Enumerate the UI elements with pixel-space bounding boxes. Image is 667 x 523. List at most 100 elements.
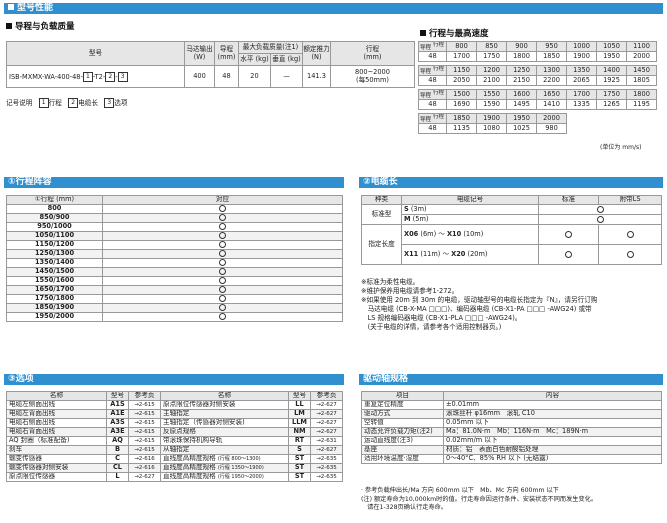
horizontal-cell: 20 [238, 65, 271, 88]
box-3: 3 [117, 71, 128, 82]
stroke-row: 1150/1200 [6, 240, 343, 250]
drive-notes: · 参考负载伸出长/Ma 方向 600mm 以下 Mb、Mc 方向 600mm … [361, 487, 598, 511]
stroke-value: 950/1000 [6, 222, 103, 232]
drive-row: 运动直线度(注3) 0.02mm/m 以下 [361, 436, 662, 446]
stroke-row: 1750/1800 [6, 294, 343, 304]
speed-tables: 行程 导程 800 850 900 950 1000 1050 1100 48 1700 1750… [418, 41, 657, 134]
circle-icon [219, 223, 226, 231]
circle-icon [626, 230, 634, 238]
drive-row: 基座 材质：铝 表面白色耐酸铝处理 [361, 445, 662, 455]
model-cell: ISB-MXMX-WA-400-48- 1 -T2- 2-3 [6, 65, 185, 88]
stroke-value: 850/900 [6, 213, 103, 223]
speed-unit: (单位为 mm/s) [600, 144, 642, 151]
stroke-header: 行程 (mm) [330, 41, 415, 66]
speed-block-3: 行程 导程 1500 1550 1600 1650 1700 1750 1800 48 1690… [418, 89, 657, 110]
circle-icon [596, 205, 604, 213]
stroke-cell: 800~2000 (每50mm) [330, 65, 415, 88]
stroke-row: 1650/1700 [6, 285, 343, 295]
circle-icon [565, 250, 572, 258]
circle-icon [219, 232, 226, 240]
drive-row: 适用环境温度·湿度 0～40°C、85% RH 以下 (无结露) [361, 454, 662, 464]
stroke-value: 1950/2000 [6, 312, 103, 322]
circle-icon [219, 241, 226, 249]
stroke-row: 800 [6, 204, 343, 214]
guide-heading: 导程与负载质量 [6, 20, 75, 32]
square-bullet-icon [420, 30, 426, 36]
load-horizontal-header: 水平 (kg) [238, 53, 271, 66]
lead-cell: 48 [214, 65, 239, 88]
circle-icon [219, 277, 226, 285]
model-header: 型号 [6, 41, 185, 66]
stroke-value: 1250/1300 [6, 249, 103, 259]
speed-block-4: 行程 导程 1850 1900 1950 2000 48 1135 1080 1025 980 [418, 113, 567, 134]
guide-legend: 记号说明 1 行程 2 电缆长 3 选项 [6, 98, 128, 108]
circle-icon [219, 205, 226, 213]
speed-block-2: 行程 导程 1150 1200 1250 1300 1350 1400 1450 48 2050… [418, 65, 657, 86]
stroke-row: 850/900 [6, 213, 343, 223]
circle-icon [565, 230, 572, 238]
motor-cell: 400 [184, 65, 215, 88]
motor-header: 马达输出 (W) [184, 41, 215, 66]
stroke-row: 1050/1100 [6, 231, 343, 241]
stroke-value: 1750/1800 [6, 294, 103, 304]
square-bullet-icon [6, 23, 12, 29]
drive-table: 项目 内容 重复定位精度 ±0.01mm 驱动方式 滚珠丝杆 φ16mm 滚轧 C10 空… [361, 391, 662, 464]
page-title: 型号性能 [17, 3, 54, 13]
drive-row: 重复定位精度 ±0.01mm [361, 400, 662, 410]
option-row: 电缆左背面出线 A1E →2-615 主轴指定 LM →2-627 [6, 409, 343, 419]
stroke-value: 1850/1900 [6, 303, 103, 313]
lead-header: 导程 (mm) [214, 41, 239, 66]
guide-table: 型号 马达输出 (W) 导程 (mm) 最大负载质量(注1) 额定推力 (N) 行程(… [6, 41, 415, 88]
cable-table: 种类 电缆记号 标准 附带LS 标准型 S (3m) M (5m) 指定长度 X06 … [361, 195, 662, 265]
stroke-row: 950/1000 [6, 222, 343, 232]
stroke-value: 1550/1600 [6, 276, 103, 286]
option-row: 电缆左侧面出线 A1S →2-615 原点限位传感器对侧安装 LL →2-627 [6, 400, 343, 410]
circle-icon [219, 286, 226, 294]
stroke-row: 1550/1600 [6, 276, 343, 286]
drive-row: 驱动方式 滚珠丝杆 φ16mm 滚轧 C10 [361, 409, 662, 419]
circle-icon [219, 268, 226, 276]
thrust-cell: 141.3 [302, 65, 331, 88]
stroke-value: 1050/1100 [6, 231, 103, 241]
stroke-row: 1450/1500 [6, 267, 343, 277]
load-vertical-header: 垂直 (kg) [270, 53, 303, 66]
stroke-row: 1250/1300 [6, 249, 343, 259]
stroke-value: 1350/1400 [6, 258, 103, 268]
cable-section-bar: ②电缆长 [359, 177, 663, 188]
option-row: 蠕变传感器对侧安装 CL →2-616 直线度高精度规格 (行程 1350～1900)… [6, 463, 343, 473]
options-table: 名称 型号 参考页 名称 型号 参考页 电缆左侧面出线 A1S →2-615 原点限位传感器对侧… [6, 391, 343, 482]
thrust-header: 额定推力 (N) [302, 41, 331, 66]
square-icon [8, 4, 14, 10]
vertical-cell: — [270, 65, 303, 88]
drive-row: 动态允许负载力矩(注2) Ma：81.0N·m Mb：116N·m Mc：189N… [361, 427, 662, 437]
circle-icon [219, 304, 226, 312]
stroke-value: 800 [6, 204, 103, 214]
section-title-bar: 型号性能 [4, 3, 663, 14]
drive-section-bar: 驱动轴规格 [359, 374, 663, 385]
box-1: 1 [82, 71, 93, 82]
option-row: 刹车 B →2-615 从轴指定 S →2-627 [6, 445, 343, 455]
option-row: 电缆右背面出线 A3E →2-615 反原点规格 NM →2-627 [6, 427, 343, 437]
circle-icon [219, 259, 226, 267]
speed-block-1: 行程 导程 800 850 900 950 1000 1050 1100 48 1700 1750… [418, 41, 657, 62]
option-row: 电缆右侧面出线 A3S →2-615 主轴指定（传感器对侧安装) LLM →2-627 [6, 418, 343, 428]
option-row: AQ 封圈（标准配备) AQ →2-615 带滚珠保持机构导轨 RT →2-631 [6, 436, 343, 446]
circle-icon [219, 295, 226, 303]
circle-icon [219, 214, 226, 222]
cable-notes: ※标准为柔性电缆。 ※维护保养用电缆请参考1-272。 ※如果使用 20m 到 … [361, 278, 598, 331]
corner-cell: 行程 导程 [418, 41, 447, 52]
circle-icon [626, 250, 634, 258]
stroke-value: 1150/1200 [6, 240, 103, 250]
stroke-row: 1950/2000 [6, 312, 343, 322]
stroke-row: 1850/1900 [6, 303, 343, 313]
drive-row: 空转值 0.05mm 以下 [361, 418, 662, 428]
option-row: 蠕变传感器 C →2-616 直线度高精度规格 (行程 800～1300) ST →2-6… [6, 454, 343, 464]
stroke-table: ①行程 (mm) 对应 800 850/900 950/1000 1050/1100 11… [6, 195, 343, 322]
speed-heading: 行程与最高速度 [420, 27, 489, 39]
stroke-row: 1350/1400 [6, 258, 343, 268]
circle-icon [219, 250, 226, 258]
stroke-section-bar: ①行程阵容 [4, 177, 344, 188]
option-row: 原点限位传感器 L →2-627 直线度高精度规格 (行程 1950～2000) ST →… [6, 472, 343, 482]
stroke-value: 1450/1500 [6, 267, 103, 277]
circle-icon [596, 215, 604, 223]
